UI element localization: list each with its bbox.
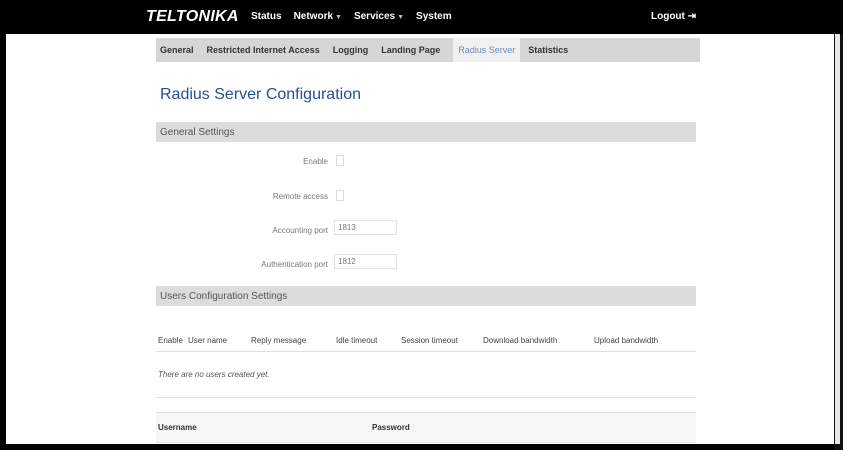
remote-access-label: Remote access (272, 192, 328, 201)
users-table-header: Enable User name Reply message Idle time… (156, 329, 696, 352)
brand-text: TELTONIKA (146, 8, 239, 25)
top-navigation-bar: TELTONIKA Status Network ▼ Services ▼ Syst… (0, 0, 843, 34)
enable-label: Enable (303, 157, 328, 166)
username-column: Username (158, 423, 197, 432)
column-reply-message: Reply message (251, 335, 307, 345)
nav-system[interactable]: System (416, 11, 452, 22)
nav-status[interactable]: Status (251, 11, 282, 22)
services-tab-bar: General Restricted Internet Access Loggi… (156, 38, 700, 62)
vertical-scrollbar[interactable] (835, 34, 840, 444)
general-settings-section: General Settings (156, 122, 696, 142)
teltonika-logo[interactable]: TELTONIKA (146, 6, 239, 28)
tab-restricted-internet-access[interactable]: Restricted Internet Access (207, 45, 320, 55)
chevron-down-icon: ▼ (397, 14, 405, 21)
users-configuration-section: Users Configuration Settings (156, 286, 696, 306)
tab-landing-page[interactable]: Landing Page (381, 45, 440, 55)
logout-icon: ⇥ (687, 11, 697, 22)
tab-logging[interactable]: Logging (333, 45, 369, 55)
column-upload-bandwidth: Upload bandwidth (594, 335, 659, 345)
column-session-timeout: Session timeout (401, 335, 458, 345)
enable-checkbox[interactable] (336, 155, 344, 166)
nav-services[interactable]: Services ▼ (354, 11, 404, 22)
tab-statistics[interactable]: Statistics (528, 45, 568, 55)
new-user-table: Username Password (156, 412, 696, 443)
logout-label: Logout (651, 11, 685, 22)
tab-general[interactable]: General (160, 45, 194, 55)
column-user-name: User name (188, 335, 228, 345)
browser-window: TELTONIKA Status Network ▼ Services ▼ Syst… (0, 0, 843, 450)
page-title: Radius Server Configuration (160, 86, 361, 103)
divider (156, 397, 696, 398)
password-column: Password (372, 423, 410, 432)
chevron-down-icon: ▼ (335, 14, 342, 21)
column-idle-timeout: Idle timeout (336, 335, 378, 345)
column-download-bandwidth: Download bandwidth (483, 335, 558, 345)
tab-radius-server[interactable]: Radius Server (453, 38, 521, 62)
no-users-message: There are no users created yet. (158, 370, 270, 379)
nav-network[interactable]: Network ▼ (294, 11, 342, 22)
logout-button[interactable]: Logout ⇥ (651, 11, 696, 22)
column-enable: Enable (158, 335, 183, 345)
accounting-port-input[interactable]: 1813 (334, 220, 397, 235)
page-content: General Restricted Internet Access Loggi… (6, 34, 834, 444)
authentication-port-input[interactable]: 1812 (334, 254, 397, 269)
authentication-port-label: Authentication port (261, 260, 328, 269)
accounting-port-label: Accounting port (272, 226, 328, 235)
remote-access-checkbox[interactable] (336, 190, 344, 201)
main-nav: Status Network ▼ Services ▼ System (251, 11, 464, 22)
